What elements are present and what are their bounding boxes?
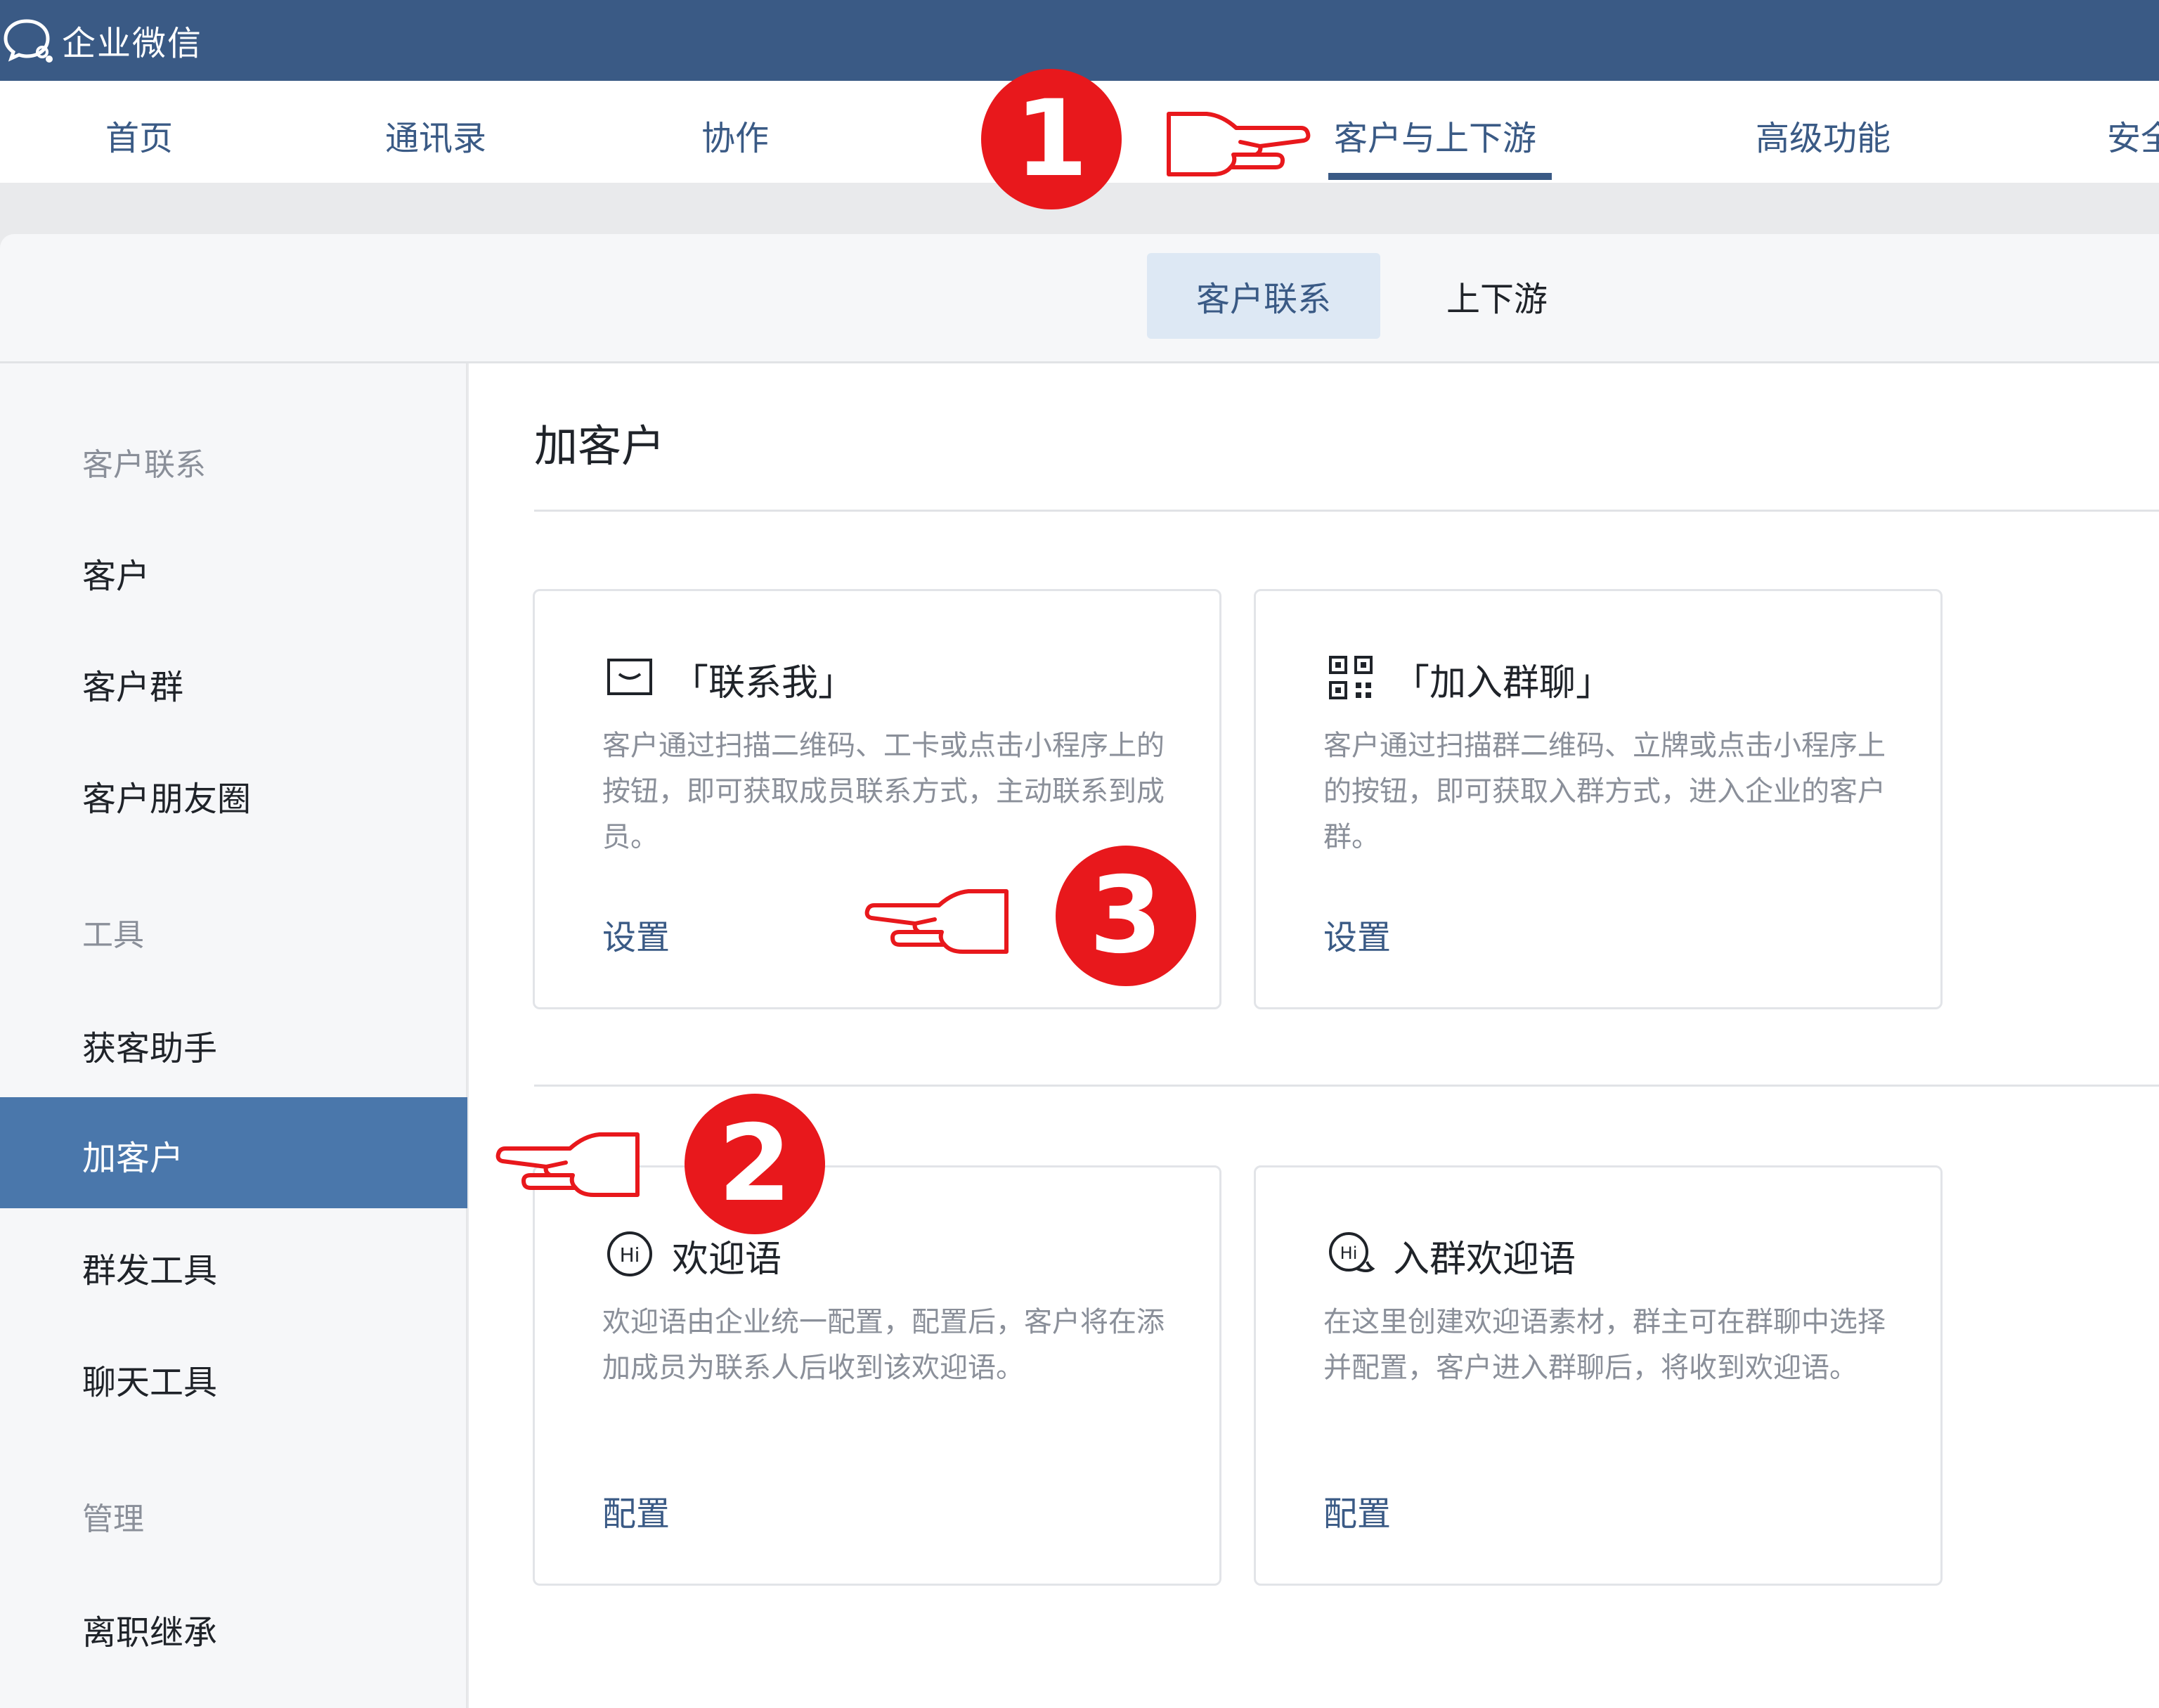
app-name: 企业微信: [62, 24, 203, 63]
svg-text:Hi: Hi: [620, 1243, 640, 1267]
sidebar-item-label: 加客户: [82, 1139, 184, 1178]
page-title: 加客户: [534, 420, 666, 472]
configure-link[interactable]: 配置: [602, 1486, 670, 1535]
sidebar: [0, 363, 467, 1708]
sidebar-item-customer-groups[interactable]: 客户群: [82, 659, 183, 709]
hi-chat-bubble-icon: Hi: [1329, 1232, 1375, 1272]
sidebar-item-add-customer[interactable]: [0, 1097, 467, 1208]
sub-header: 客户联系 上下游: [0, 234, 2159, 363]
step-badge-2: 2: [685, 1094, 825, 1234]
sidebar-item-resignation-inherit[interactable]: 离职继承: [82, 1605, 217, 1654]
top-bar: 企业微信: [0, 0, 2159, 81]
setup-link[interactable]: 设置: [1323, 910, 1391, 959]
sidebar-item-moments[interactable]: 客户朋友圈: [82, 771, 251, 820]
subtab-label: 上下游: [1446, 280, 1548, 319]
configure-link[interactable]: 配置: [1323, 1486, 1391, 1535]
sidebar-group-customer-contact: 客户联系: [82, 447, 206, 483]
hi-greeting-icon: Hi: [607, 1231, 652, 1276]
subtab-upstream-downstream[interactable]: 上下游: [1434, 253, 1560, 339]
card-title: 欢迎语: [672, 1238, 782, 1281]
step-badge-1: 1: [981, 69, 1122, 209]
title-divider: [534, 510, 2159, 512]
step-number: 1: [1014, 78, 1089, 200]
card-join-group-chat: 「加入群聊」 客户通过扫描群二维码、立牌或点击小程序上的按钮，即可获取入群方式，…: [1254, 589, 1943, 1009]
setup-link[interactable]: 设置: [602, 910, 670, 959]
active-tab-indicator: [1328, 173, 1552, 180]
sidebar-item-mass-send[interactable]: 群发工具: [82, 1243, 217, 1292]
card-welcome-message: Hi 欢迎语 欢迎语由企业统一配置，配置后，客户将在添加成员为联系人后收到该欢迎…: [533, 1165, 1221, 1586]
sidebar-item-customers[interactable]: 客户: [82, 548, 150, 597]
nav-contacts[interactable]: 通讯录: [385, 110, 486, 160]
card-group-welcome-message: Hi 入群欢迎语 在这里创建欢迎语素材，群主可在群聊中选择并配置，客户进入群聊后…: [1254, 1165, 1943, 1586]
step-badge-3: 3: [1056, 846, 1196, 986]
pointing-hand-icon: [495, 1132, 640, 1197]
message-card-icon: [607, 659, 652, 695]
brand[interactable]: 企业微信: [3, 15, 202, 65]
sidebar-item-acquisition-assistant[interactable]: 获客助手: [82, 1021, 217, 1070]
nav-advanced[interactable]: 高级功能: [1756, 110, 1891, 160]
step-number: 2: [718, 1103, 792, 1225]
subtab-customer-contact[interactable]: 客户联系: [1147, 253, 1380, 339]
subtab-label: 客户联系: [1195, 280, 1331, 319]
sidebar-group-management: 管理: [82, 1501, 144, 1537]
sidebar-group-tools: 工具: [82, 917, 144, 953]
svg-text:Hi: Hi: [1340, 1243, 1358, 1263]
qr-code-icon: [1329, 656, 1373, 699]
card-description: 在这里创建欢迎语素材，群主可在群聊中选择并配置，客户进入群聊后，将收到欢迎语。: [1323, 1306, 1886, 1384]
nav-collaboration[interactable]: 协作: [701, 110, 769, 160]
card-description: 客户通过扫描群二维码、立牌或点击小程序上的按钮，即可获取入群方式，进入企业的客户…: [1323, 730, 1886, 853]
card-description: 客户通过扫描二维码、工卡或点击小程序上的按钮，即可获取成员联系方式，主动联系到成…: [602, 730, 1165, 853]
sidebar-item-chat-tools[interactable]: 聊天工具: [82, 1354, 217, 1404]
wecom-logo-icon: [4, 19, 53, 63]
pointing-hand-icon: [1167, 112, 1311, 176]
nav-customers-upstream[interactable]: 客户与上下游: [1334, 110, 1536, 160]
nav-home[interactable]: 首页: [105, 110, 173, 160]
card-title: 入群欢迎语: [1393, 1238, 1576, 1281]
section-divider: [534, 1085, 2159, 1087]
step-number: 3: [1089, 855, 1163, 977]
card-title: 「联系我」: [672, 662, 855, 704]
pointing-hand-icon: [864, 889, 1009, 954]
nav-security[interactable]: 安全: [2107, 110, 2159, 160]
card-title: 「加入群聊」: [1393, 662, 1613, 704]
card-description: 欢迎语由企业统一配置，配置后，客户将在添加成员为联系人后收到该欢迎语。: [602, 1306, 1165, 1384]
